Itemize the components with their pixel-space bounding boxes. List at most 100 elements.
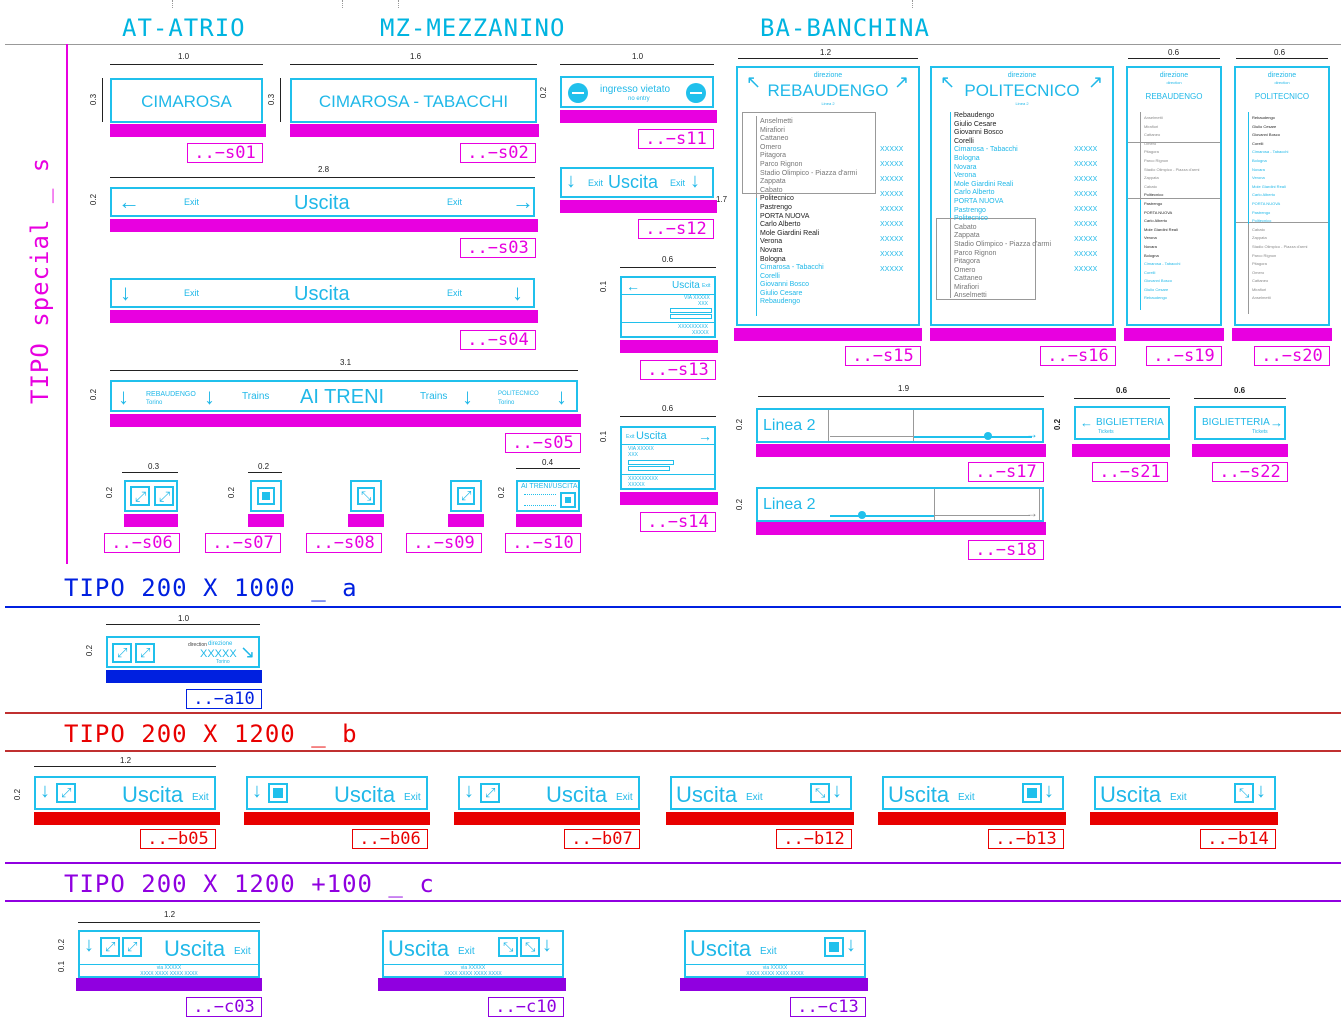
dim-label: 0.6	[662, 404, 674, 413]
sign-main: Uscita	[676, 782, 738, 807]
station-item: Cimarosa - Tabacchi	[1252, 149, 1289, 155]
sign-s13: ← Uscita Exit VIA XXXXX XXX XXXXXXXXX XX…	[620, 276, 716, 338]
station-item: Cabato	[760, 186, 783, 194]
no-entry-icon	[568, 83, 588, 103]
code-s08: ..−s08	[306, 533, 382, 553]
sign-main: Uscita	[636, 430, 667, 442]
escalator-icon: ⤢	[112, 643, 132, 663]
exit-label: Exit	[746, 792, 763, 803]
sign-sub: Tickets	[1098, 429, 1114, 435]
station-item: Anselmetti	[1144, 115, 1163, 120]
sign-s07	[250, 480, 282, 512]
blue-bar	[106, 670, 262, 683]
type-b-rule	[5, 750, 1341, 752]
arrow-right-icon: →	[1270, 415, 1283, 430]
dim-label: 2.8	[318, 165, 330, 174]
station-item: Mirafiori	[760, 126, 785, 134]
dir-label: direzione	[208, 641, 233, 647]
code-s13: ..−s13	[640, 360, 716, 380]
station-item: Anselmetti	[954, 292, 987, 300]
dim-line	[1128, 58, 1220, 59]
sign-main: Uscita	[334, 782, 396, 807]
dim-label: 3.1	[340, 358, 352, 367]
dim-label: 1.7	[716, 195, 728, 204]
station-item: Omero	[1252, 269, 1265, 275]
elevator-icon	[257, 487, 275, 505]
arrow-down-icon: ↓	[462, 384, 473, 409]
escalator-icon: ⤢	[154, 486, 174, 506]
code-b13: ..−b13	[988, 829, 1064, 849]
xxxxx-label: XXXXX	[880, 146, 904, 153]
station-item: Bologna	[1252, 157, 1267, 163]
exit-label: Exit	[404, 792, 421, 803]
station-item: Carlo Alberto	[954, 189, 995, 197]
sign-s16: ↖ ↗ direzione POLITECNICO Linea 2 Rebaud…	[930, 66, 1114, 326]
station-item: Stadio Olimpico - Piazza d'armi	[1144, 166, 1200, 172]
station-item: Cimarosa - Tabacchi	[760, 264, 824, 272]
sign-s11: ingresso vietato no entry	[560, 76, 714, 108]
red-bar	[878, 812, 1066, 825]
escalator-icon: ⤡	[1234, 783, 1254, 803]
arrow-down-icon: ↓	[846, 934, 856, 956]
magenta-bar	[734, 328, 922, 341]
type-c-label: TIPO 200 X 1200 +100 _ c	[64, 870, 435, 898]
code-b07: ..−b07	[564, 829, 640, 849]
arrow-left-icon: ←	[118, 189, 140, 214]
red-bar	[666, 812, 854, 825]
sign-s06: ⤢ ⤢	[124, 480, 178, 512]
station-item: Bologna	[954, 154, 980, 162]
dim-label: 0.6	[1234, 386, 1246, 395]
tick	[398, 0, 399, 8]
magenta-bar	[348, 514, 384, 527]
magenta-bar	[110, 414, 581, 427]
dim-line	[620, 267, 716, 268]
sign-s05: ↓ REBAUDENGO Torino ↓ Trains AI TRENI Tr…	[110, 380, 578, 412]
magenta-bar	[110, 219, 538, 232]
special-rule	[66, 44, 68, 564]
xxx: XXX	[628, 452, 639, 458]
code-s18: ..−s18	[968, 540, 1044, 560]
dim-label: 0.2	[89, 388, 99, 401]
dest-label: POLITECNICO	[1254, 92, 1310, 101]
code-b12: ..−b12	[776, 829, 852, 849]
station-item: Politecnico	[760, 195, 794, 203]
dim-line	[758, 396, 1044, 397]
sign-main: Uscita	[294, 192, 350, 214]
station-item: Mole Giardini Reali	[760, 229, 820, 237]
dim-label: 1.0	[632, 52, 644, 61]
code-s15: ..−s15	[845, 346, 921, 366]
station-item: PORTA NUOVA	[954, 197, 1004, 205]
dest-sub: Torino	[146, 400, 163, 406]
code-s04: ..−s04	[460, 330, 536, 350]
sign-main: Uscita	[546, 782, 608, 807]
code-c10: ..−c10	[488, 997, 564, 1017]
sign-sub: Tickets	[1252, 429, 1268, 435]
sign-main: Uscita	[608, 172, 659, 192]
station-item: Politecnico	[954, 215, 988, 223]
dest-label: REBAUDENGO	[767, 81, 889, 100]
arrow-left-icon: ←	[626, 278, 640, 294]
dim-line	[110, 177, 535, 178]
code-s10: ..−s10	[505, 533, 581, 553]
dir-label: direzione	[1007, 72, 1037, 79]
sign-a10: ⤢ ⤢ direction direzione XXXXX Torino ↘	[106, 636, 260, 668]
exit-label: Exit	[958, 792, 975, 803]
dim-label: 1.0	[178, 614, 190, 623]
dest-sub: Torino	[498, 400, 515, 406]
station-item: Verona	[1252, 175, 1265, 181]
xxxxx-column: XXXXX XXXXX XXXXX XXXXX XXXXX XXXXX XXXXX XXXXX…	[1074, 142, 1097, 277]
station-item: Pastrengo	[954, 206, 986, 214]
xxxxx-label: XXXXX	[880, 236, 904, 243]
sign-s20: direzione direction POLITECNICO Rebauden…	[1234, 66, 1330, 326]
type-a-label: TIPO 200 X 1000 _ a	[64, 574, 358, 602]
no-entry-icon	[686, 83, 706, 103]
dim-label: 0.2	[539, 86, 549, 99]
header-atrio: AT-ATRIO	[122, 14, 246, 42]
code-s11: ..−s11	[638, 129, 714, 149]
tick	[172, 0, 173, 8]
magenta-bar	[930, 328, 1116, 341]
escalator-icon: ⤡	[357, 487, 375, 505]
station-item: Rebaudengo	[1144, 295, 1167, 301]
sign-b14: Uscita Exit ⤡ ↓	[1094, 776, 1276, 810]
code-a10: ..−a10	[186, 689, 262, 709]
